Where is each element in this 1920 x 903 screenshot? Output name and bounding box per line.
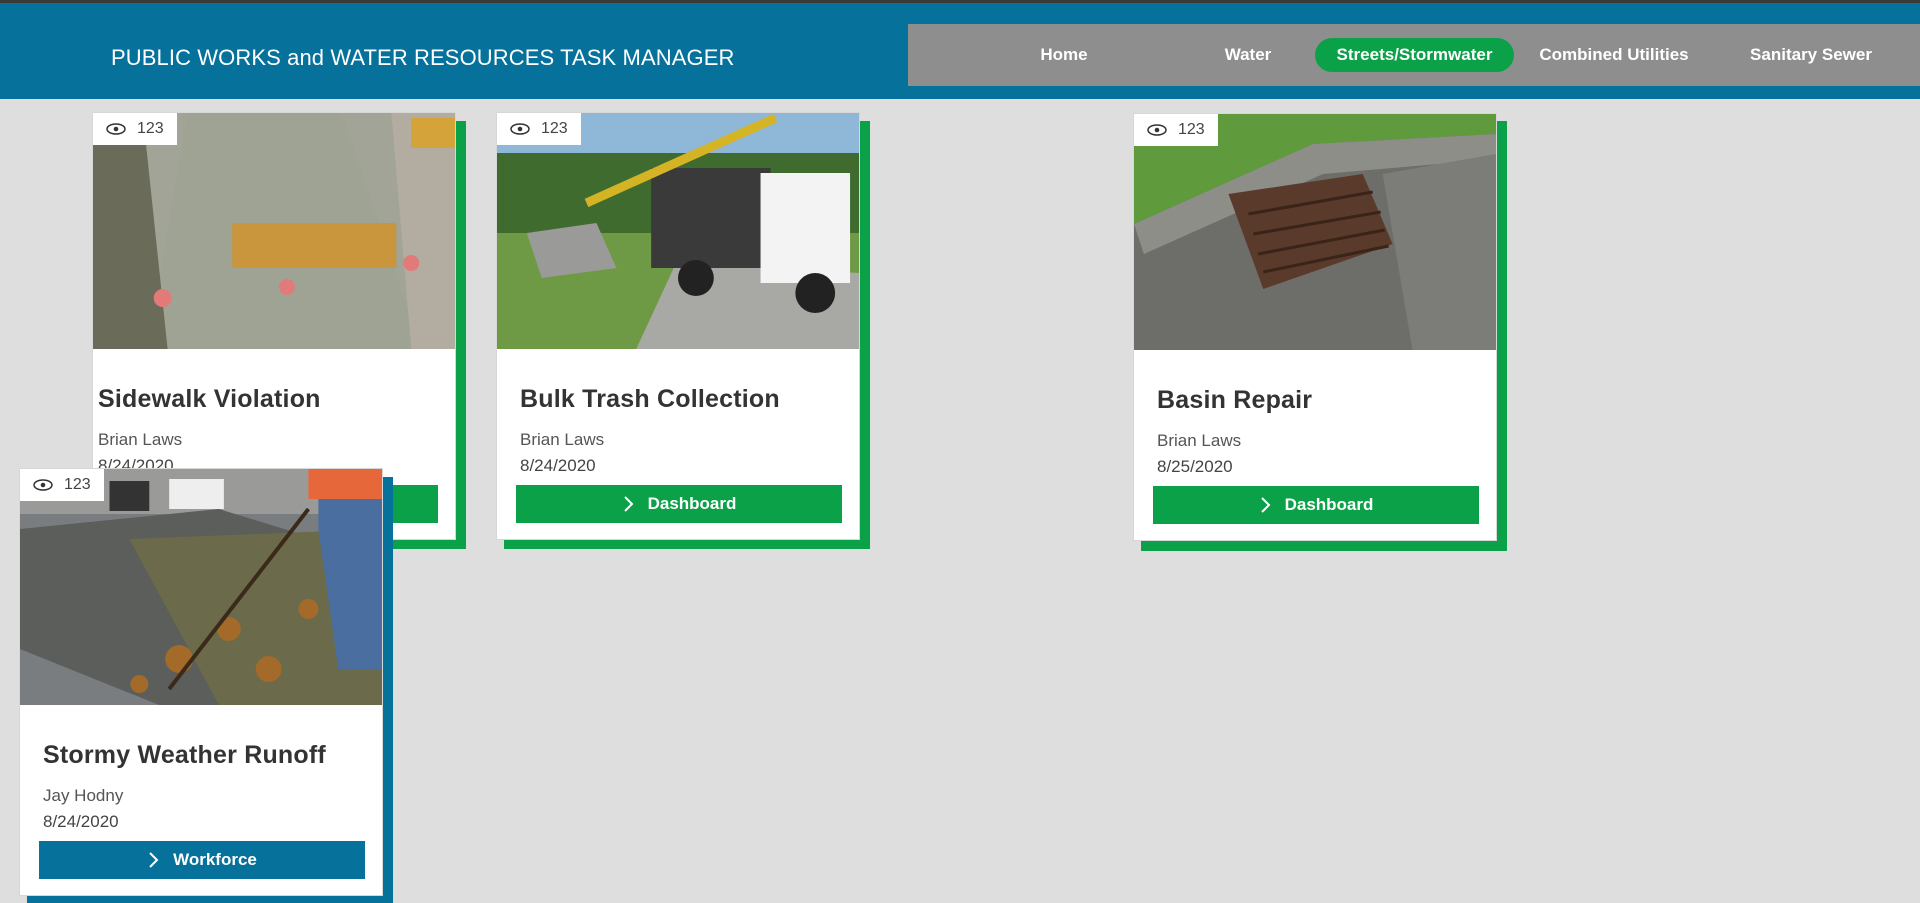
main-nav: Home Water Streets/Stormwater Combined U…: [908, 24, 1920, 86]
card-author: Jay Hodny: [43, 786, 124, 805]
workforce-button[interactable]: Workforce: [39, 841, 365, 879]
card-title: Basin Repair: [1157, 386, 1313, 414]
dashboard-button[interactable]: Dashboard: [516, 485, 842, 523]
chevron-right-icon: [149, 852, 159, 868]
app-title: PUBLIC WORKS and WATER RESOURCES TASK MA…: [111, 45, 735, 70]
card-date: 8/24/2020: [43, 812, 119, 831]
app-header: PUBLIC WORKS and WATER RESOURCES TASK MA…: [0, 3, 1920, 99]
card-date: 8/25/2020: [1157, 457, 1233, 476]
eye-icon: [33, 479, 53, 491]
card-bulk-trash-collection[interactable]: 123 Bulk Trash Collection Brian Laws 8/2…: [496, 112, 860, 540]
card-author: Brian Laws: [1157, 431, 1242, 450]
trash-truck-photo: [497, 113, 859, 349]
card-title: Stormy Weather Runoff: [43, 741, 326, 769]
view-count-value: 123: [64, 476, 91, 493]
card-title: Bulk Trash Collection: [520, 385, 780, 413]
concrete-sidewalk-photo: [93, 113, 455, 349]
card-date: 8/24/2020: [520, 456, 596, 475]
nav-water[interactable]: Water: [1178, 38, 1318, 72]
eye-icon: [510, 123, 530, 135]
nav-streets-stormwater[interactable]: Streets/Stormwater: [1315, 38, 1514, 72]
view-count-value: 123: [1178, 121, 1205, 138]
card-basin-repair[interactable]: 123 Basin Repair Brian Laws 8/25/2020 Da…: [1133, 113, 1497, 541]
view-count-value: 123: [137, 120, 164, 137]
view-count: 123: [93, 113, 177, 145]
view-count: 123: [20, 469, 104, 501]
view-count-value: 123: [541, 120, 568, 137]
nav-combined-utilities[interactable]: Combined Utilities: [1526, 38, 1702, 72]
chevron-right-icon: [623, 496, 634, 512]
eye-icon: [1147, 124, 1167, 136]
view-count: 123: [1134, 114, 1218, 146]
dashboard-button[interactable]: Dashboard: [1153, 486, 1479, 524]
card-author: Brian Laws: [520, 430, 605, 449]
raking-leaves-photo: [20, 469, 382, 705]
storm-drain-photo: [1134, 114, 1496, 350]
eye-icon: [106, 123, 126, 135]
nav-sanitary-sewer[interactable]: Sanitary Sewer: [1726, 38, 1896, 72]
card-title: Sidewalk Violation: [98, 385, 321, 413]
view-count: 123: [497, 113, 581, 145]
chevron-right-icon: [1260, 497, 1271, 513]
nav-home[interactable]: Home: [994, 38, 1134, 72]
card-stormy-weather-runoff[interactable]: 123 Stormy Weather Runoff Jay Hodny 8/24…: [19, 468, 383, 896]
card-author: Brian Laws: [98, 430, 183, 449]
